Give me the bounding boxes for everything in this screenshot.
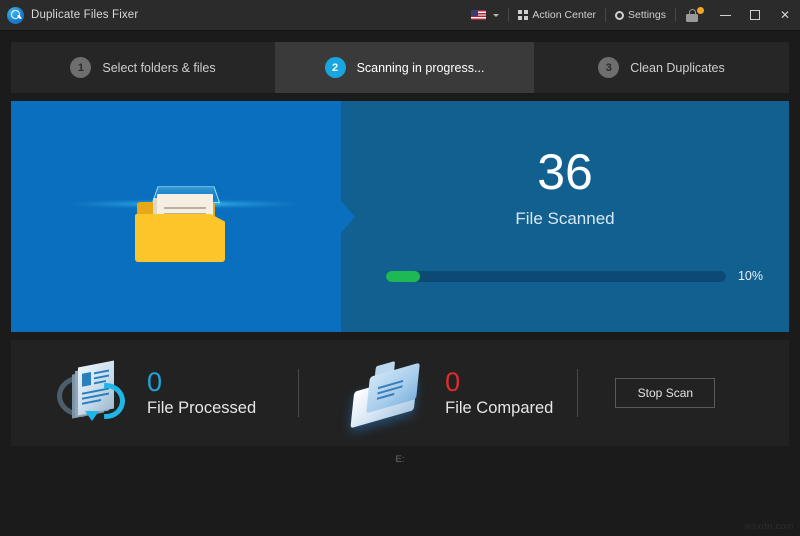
- settings-button[interactable]: Settings: [606, 0, 675, 31]
- scan-illustration-panel: [11, 101, 341, 332]
- progress-percent-label: 10%: [737, 269, 763, 283]
- magnifier-circle-icon: [7, 6, 24, 24]
- app-window: Duplicate Files Fixer Action Center Sett…: [0, 0, 800, 536]
- title-bar-actions: Action Center Settings ✕: [462, 0, 800, 31]
- progress-bar-track: [386, 270, 726, 282]
- minimize-icon: [719, 14, 731, 16]
- tab-label: Scanning in progress...: [356, 60, 485, 75]
- grid-icon: [518, 10, 529, 20]
- files-scanned-count: 36: [537, 144, 593, 200]
- folder-scanning-icon: [67, 174, 301, 266]
- files-scanned-label: File Scanned: [515, 209, 615, 228]
- scan-stats-bar: 0 File Processed 0 File Compared Stop Sc…: [11, 340, 789, 446]
- panel-arrow-divider: [341, 200, 355, 233]
- step-number: 1: [70, 57, 92, 78]
- action-center-label: Action Center: [532, 9, 597, 21]
- file-processed-label: File Processed: [147, 398, 257, 417]
- close-icon: ✕: [779, 8, 791, 22]
- file-compared-value: 0: [445, 366, 461, 397]
- stop-scan-button[interactable]: Stop Scan: [615, 378, 716, 408]
- action-center-button[interactable]: Action Center: [509, 0, 605, 31]
- tab-scanning[interactable]: 2 Scanning in progress...: [275, 42, 534, 93]
- tab-label: Clean Duplicates: [630, 60, 725, 75]
- lock-notification-button[interactable]: [676, 0, 710, 31]
- current-scan-path: E:: [395, 454, 405, 465]
- file-compared-label: File Compared: [445, 398, 554, 417]
- tab-select-folders[interactable]: 1 Select folders & files: [11, 42, 275, 93]
- us-flag-icon: [471, 10, 487, 20]
- progress-bar-fill: [386, 270, 420, 282]
- stat-file-compared: 0 File Compared: [345, 360, 554, 429]
- notification-badge: [696, 5, 705, 15]
- document-refresh-icon: [57, 360, 133, 425]
- settings-label: Settings: [628, 9, 666, 21]
- scan-progress-panel: 36 File Scanned 10%: [341, 101, 789, 332]
- step-number: 2: [324, 57, 346, 78]
- gear-icon: [615, 10, 625, 20]
- chevron-down-icon: [493, 13, 500, 17]
- tab-clean-duplicates[interactable]: 3 Clean Duplicates: [534, 42, 789, 93]
- scan-hero-panel: 36 File Scanned 10%: [11, 101, 789, 332]
- file-processed-value: 0: [147, 366, 163, 397]
- scan-progress-row: 10%: [386, 269, 763, 283]
- maximize-button[interactable]: [740, 0, 770, 31]
- divider: [577, 369, 579, 417]
- language-selector[interactable]: [462, 0, 508, 31]
- step-tabs: 1 Select folders & files 2 Scanning in p…: [11, 42, 789, 93]
- tab-label: Select folders & files: [102, 60, 216, 75]
- stat-file-processed: 0 File Processed: [57, 360, 257, 425]
- maximize-icon: [750, 10, 760, 20]
- close-button[interactable]: ✕: [770, 0, 800, 31]
- compare-documents-icon: [345, 360, 431, 429]
- divider: [298, 369, 300, 417]
- title-bar: Duplicate Files Fixer Action Center Sett…: [0, 0, 800, 31]
- minimize-button[interactable]: [710, 0, 740, 31]
- watermark: wsxdn.com: [744, 521, 794, 532]
- step-number: 3: [598, 57, 620, 78]
- window-title: Duplicate Files Fixer: [31, 9, 139, 21]
